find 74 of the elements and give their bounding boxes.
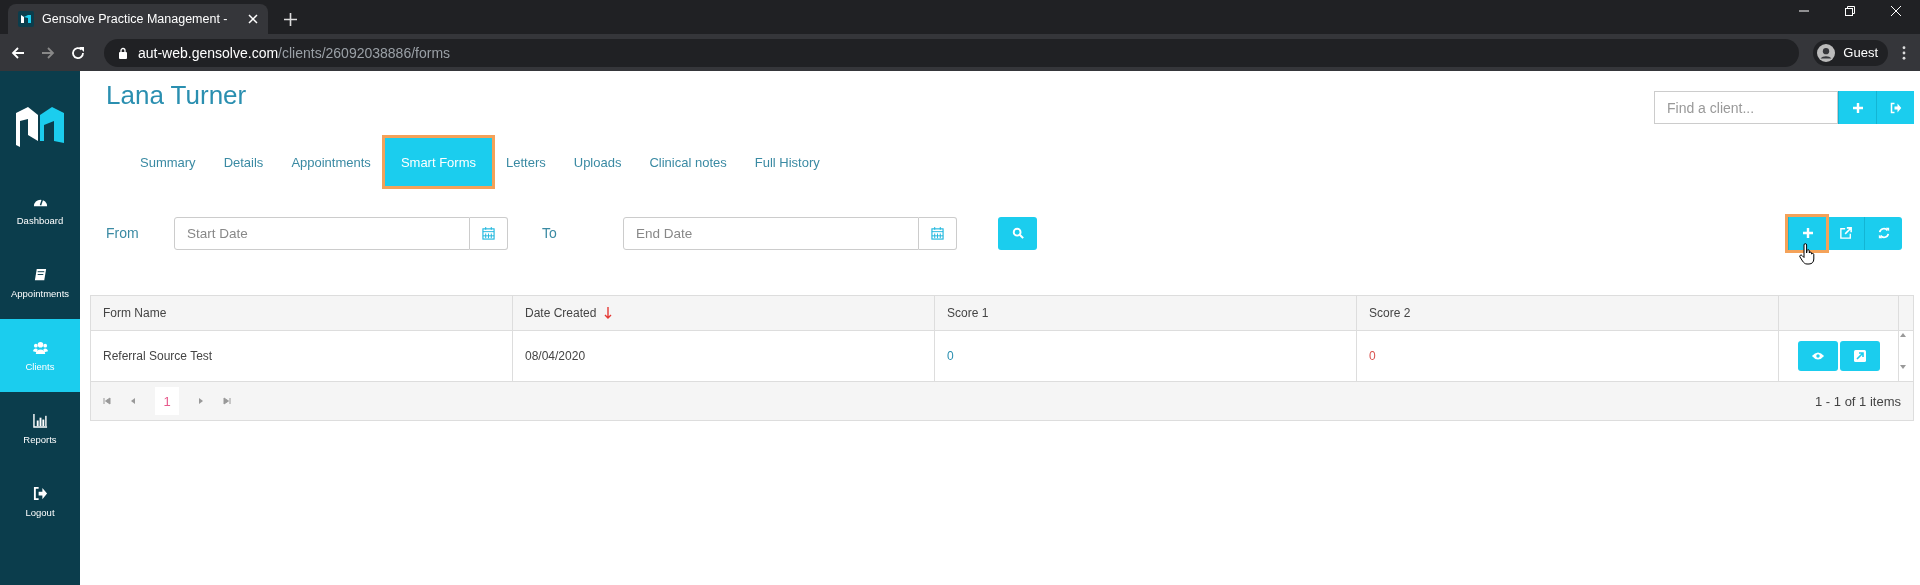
lock-icon <box>118 46 128 59</box>
close-icon[interactable] <box>1890 5 1902 17</box>
tab[interactable]: Full History <box>740 138 834 186</box>
hand-cursor-icon <box>1799 242 1815 265</box>
tab[interactable]: Details <box>209 138 278 186</box>
client-name: Lana Turner <box>106 80 247 111</box>
search-button[interactable] <box>998 216 1037 250</box>
avatar-icon <box>1817 43 1836 62</box>
calendar-button[interactable] <box>470 216 508 250</box>
browser-tab[interactable]: Gensolve Practice Management - <box>8 4 268 34</box>
bar-chart-icon <box>32 412 48 428</box>
refresh-icon <box>1877 227 1890 239</box>
plus-icon <box>1801 227 1814 239</box>
back-icon[interactable] <box>10 44 26 61</box>
end-date-field[interactable]: End Date <box>623 216 919 250</box>
plus-icon <box>1851 101 1864 114</box>
search-icon <box>1011 227 1024 239</box>
calendar-icon <box>482 226 495 240</box>
next-page-icon[interactable] <box>197 397 205 405</box>
book-icon <box>32 266 48 282</box>
column-label: Date Created <box>525 306 597 320</box>
last-page-icon[interactable] <box>223 397 231 405</box>
column-label: Score 1 <box>947 306 989 320</box>
calendar-icon <box>931 226 944 240</box>
start-date-field[interactable]: Start Date <box>174 216 470 250</box>
external-link-icon <box>1852 350 1867 362</box>
tab-title: Gensolve Practice Management - <box>42 12 229 26</box>
new-tab-icon[interactable] <box>284 13 297 26</box>
table-cell: 08/04/2020 <box>513 331 935 381</box>
tab[interactable]: Summary <box>126 138 210 186</box>
open-client-button[interactable] <box>1876 91 1914 124</box>
column-label: Form Name <box>103 306 167 320</box>
page-number[interactable]: 1 <box>155 387 179 415</box>
eye-icon <box>1810 350 1825 362</box>
open-form-button[interactable] <box>1839 341 1880 371</box>
logo-icon <box>18 11 34 27</box>
close-icon[interactable] <box>248 14 258 24</box>
profile-button[interactable]: Guest <box>1813 39 1888 66</box>
table-cell: 0 <box>1357 331 1779 381</box>
add-client-button[interactable] <box>1838 91 1876 124</box>
tab[interactable]: Letters <box>492 138 560 186</box>
pager-summary: 1 - 1 of 1 items <box>1815 393 1901 409</box>
sidebar-item[interactable]: Logout <box>0 465 80 538</box>
restore-icon[interactable] <box>1844 5 1856 17</box>
column-label: Score 2 <box>1369 306 1411 320</box>
tab[interactable]: Uploads <box>559 138 636 186</box>
url-text: aut-web.gensolve.com/clients/26092038886/forms <box>138 44 451 61</box>
table-cell: Referral Source Test <box>91 331 513 381</box>
sidebar-item[interactable]: Appointments <box>0 246 80 319</box>
from-label: From <box>105 225 140 241</box>
people-icon <box>32 339 48 355</box>
sidebar-item[interactable]: Reports <box>0 392 80 465</box>
add-form-button[interactable] <box>1788 216 1826 250</box>
logout-icon <box>32 485 48 501</box>
to-label: To <box>541 225 558 241</box>
scrollbar-arrows-icon[interactable] <box>1899 331 1907 371</box>
forward-icon[interactable] <box>40 44 56 61</box>
client-search-field[interactable]: Find a client... <box>1654 91 1838 124</box>
tab[interactable]: Clinical notes <box>635 138 741 186</box>
address-bar[interactable]: aut-web.gensolve.com/clients/26092038886/forms <box>104 38 1800 67</box>
previous-page-icon[interactable] <box>129 397 137 405</box>
first-page-icon[interactable] <box>103 397 111 405</box>
sign-in-icon <box>1889 101 1902 114</box>
external-link-icon <box>1839 227 1852 239</box>
calendar-button[interactable] <box>919 216 957 250</box>
reload-icon[interactable] <box>70 44 86 61</box>
tab[interactable]: Appointments <box>277 138 385 186</box>
refresh-button[interactable] <box>1864 216 1902 250</box>
view-button[interactable] <box>1797 341 1838 371</box>
table-cell: 0 <box>935 331 1357 381</box>
sort-down-icon <box>604 307 613 319</box>
logo-icon <box>14 107 66 147</box>
sidebar-item[interactable]: Dashboard <box>0 173 80 246</box>
menu-icon[interactable] <box>1902 45 1906 60</box>
